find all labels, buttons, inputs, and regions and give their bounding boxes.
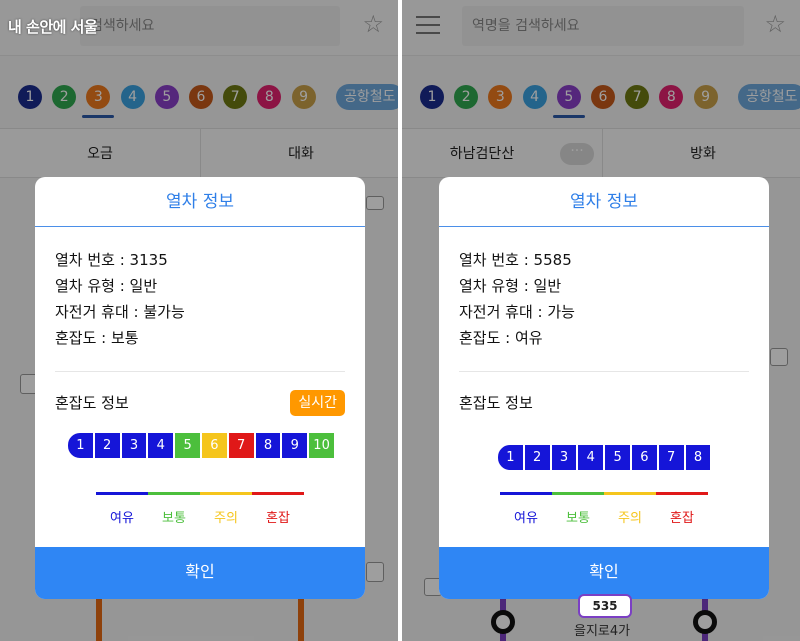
- congestion-info-title: 혼잡도 정보: [459, 394, 533, 412]
- divider: [55, 371, 345, 372]
- train-type: 열차 유형 : 일반: [459, 277, 562, 295]
- car-7: 7: [227, 432, 255, 459]
- bike-allowed: 자전거 휴대 : 불가능: [55, 303, 185, 321]
- divider: [459, 371, 749, 372]
- train-number: 열차 번호 : 5585: [459, 251, 572, 269]
- legend-item: 혼잡: [252, 492, 304, 526]
- car-10: 10: [308, 432, 335, 459]
- congestion-legend: 여유 보통 주의 혼잡: [500, 492, 708, 526]
- car-6: 6: [200, 432, 228, 459]
- legend-color-bar: [148, 492, 200, 495]
- car-7: 7: [657, 444, 685, 471]
- train-number: 열차 번호 : 3135: [55, 251, 168, 269]
- car-5: 5: [604, 444, 631, 471]
- train-info-dialog: 열차 정보 열차 번호 : 3135 열차 유형 : 일반 자전거 휴대 : 불…: [35, 177, 365, 599]
- legend-label: 주의: [214, 511, 238, 526]
- car-8: 8: [254, 432, 282, 459]
- car-2: 2: [93, 432, 121, 459]
- congestion-level: 혼잡도 : 보통: [55, 329, 139, 347]
- legend-item: 주의: [604, 492, 656, 526]
- car-3: 3: [120, 432, 148, 459]
- legend-label: 여유: [110, 511, 134, 526]
- legend-label: 보통: [566, 511, 590, 526]
- car-3: 3: [550, 444, 578, 471]
- car-2: 2: [523, 444, 551, 471]
- car-5: 5: [174, 432, 201, 459]
- train-info-list: 열차 번호 : 5585 열차 유형 : 일반 자전거 휴대 : 가능 혼잡도 …: [459, 247, 575, 351]
- congestion-legend: 여유 보통 주의 혼잡: [96, 492, 304, 526]
- car-8: 8: [684, 444, 712, 471]
- car-4: 4: [577, 444, 605, 471]
- legend-label: 주의: [618, 511, 642, 526]
- car-1: 1: [497, 444, 524, 471]
- legend-color-bar: [656, 492, 708, 495]
- screenshot-pair: 검색하세요 ☆ 공항철도 123456789 오금 대화 내 손안에 서울 열차…: [0, 0, 800, 641]
- legend-color-bar: [500, 492, 552, 495]
- watermark-logo: 내 손안에 서울: [8, 18, 98, 36]
- legend-item: 혼잡: [656, 492, 708, 526]
- legend-color-bar: [604, 492, 656, 495]
- legend-item: 주의: [200, 492, 252, 526]
- car-congestion-strip: 1 2 3 4 5 6 7 8 9 10: [67, 432, 335, 459]
- legend-color-bar: [200, 492, 252, 495]
- car-1: 1: [67, 432, 94, 459]
- legend-item: 보통: [552, 492, 604, 526]
- train-type: 열차 유형 : 일반: [55, 277, 158, 295]
- dialog-title: 열차 정보: [35, 177, 365, 227]
- dialog-title: 열차 정보: [439, 177, 769, 227]
- confirm-button[interactable]: 확인: [439, 547, 769, 599]
- right-screen: 역명을 검색하세요 ☆ 공항철도 123456789 하남검단산 ··· 방화 …: [402, 0, 800, 641]
- legend-label: 여유: [514, 511, 538, 526]
- legend-item: 보통: [148, 492, 200, 526]
- station-name-label: 을지로4가: [574, 624, 631, 639]
- car-9: 9: [281, 432, 309, 459]
- legend-color-bar: [252, 492, 304, 495]
- confirm-button[interactable]: 확인: [35, 547, 365, 599]
- left-screen: 검색하세요 ☆ 공항철도 123456789 오금 대화 내 손안에 서울 열차…: [0, 0, 398, 641]
- car-6: 6: [630, 444, 658, 471]
- legend-label: 혼잡: [670, 511, 694, 526]
- legend-color-bar: [96, 492, 148, 495]
- train-info-list: 열차 번호 : 3135 열차 유형 : 일반 자전거 휴대 : 불가능 혼잡도…: [55, 247, 185, 351]
- train-info-dialog: 열차 정보 열차 번호 : 5585 열차 유형 : 일반 자전거 휴대 : 가…: [439, 177, 769, 599]
- legend-item: 여유: [500, 492, 552, 526]
- legend-item: 여유: [96, 492, 148, 526]
- car-congestion-strip: 12345678: [497, 444, 712, 471]
- bike-allowed: 자전거 휴대 : 가능: [459, 303, 575, 321]
- legend-label: 혼잡: [266, 511, 290, 526]
- legend-color-bar: [552, 492, 604, 495]
- car-4: 4: [147, 432, 175, 459]
- station-number-badge: 535: [578, 594, 632, 618]
- congestion-info-title: 혼잡도 정보: [55, 394, 129, 412]
- legend-label: 보통: [162, 511, 186, 526]
- realtime-badge[interactable]: 실시간: [290, 390, 345, 416]
- congestion-level: 혼잡도 : 여유: [459, 329, 543, 347]
